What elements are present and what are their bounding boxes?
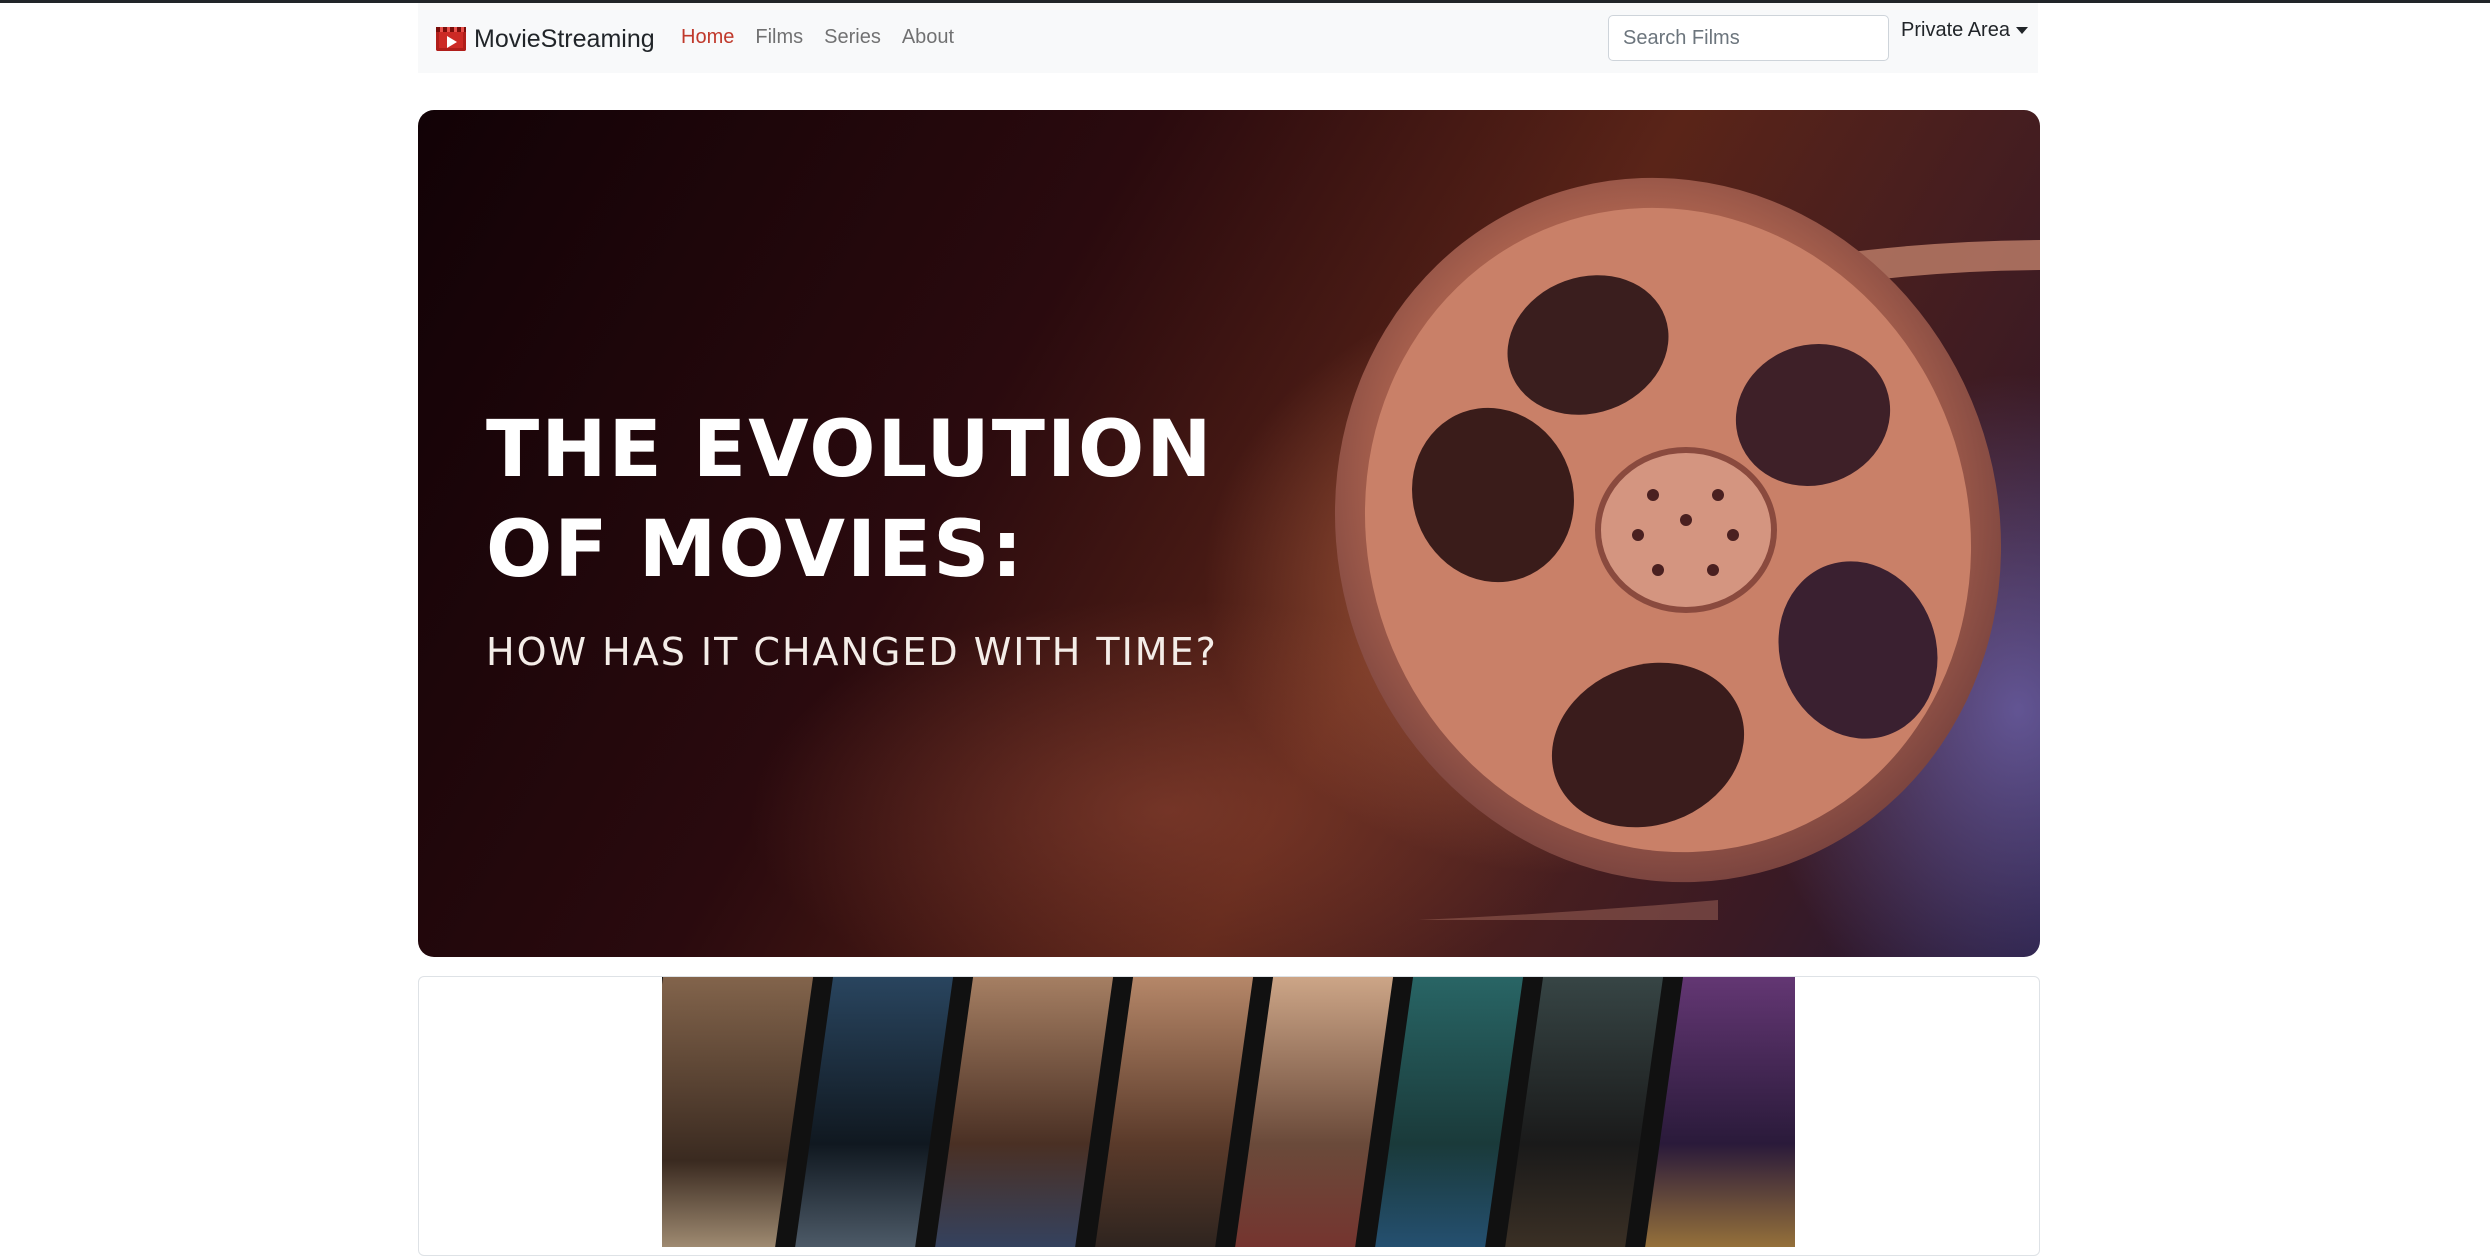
movie-play-icon	[436, 27, 466, 51]
hero-title: THE EVOLUTION OF MOVIES:	[486, 400, 1386, 600]
hero-subtitle: HOW HAS IT CHANGED WITH TIME?	[486, 630, 1218, 674]
private-area-label: Private Area	[1901, 19, 2010, 41]
search-films-input[interactable]	[1608, 15, 1889, 61]
hero-title-line1: THE EVOLUTION	[486, 405, 1214, 495]
private-area-dropdown[interactable]: Private Area	[1901, 19, 2028, 42]
featured-card	[418, 976, 2040, 1256]
nav-link-about[interactable]: About	[902, 26, 954, 49]
nav-links: Home Films Series About	[681, 26, 975, 49]
nav-link-films[interactable]: Films	[755, 26, 803, 49]
brand-name: MovieStreaming	[474, 24, 655, 53]
caret-down-icon	[2015, 27, 2028, 34]
brand[interactable]: MovieStreaming	[436, 21, 655, 57]
nav-link-series[interactable]: Series	[824, 26, 881, 49]
navbar: MovieStreaming Home Films Series About P…	[418, 3, 2038, 73]
hero-banner[interactable]: THE EVOLUTION OF MOVIES: HOW HAS IT CHAN…	[418, 110, 2040, 957]
nav-link-home[interactable]: Home	[681, 26, 734, 49]
movie-collage-image[interactable]	[662, 977, 1795, 1247]
hero-title-line2: OF MOVIES:	[486, 505, 1025, 595]
